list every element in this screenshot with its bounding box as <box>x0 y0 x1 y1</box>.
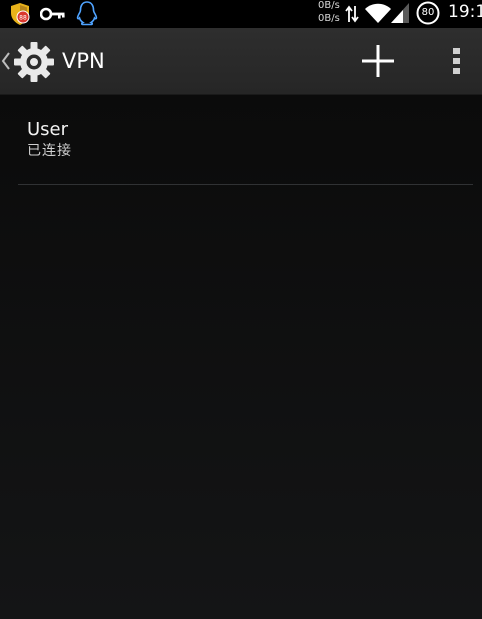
vpn-connection-status: 已连接 <box>27 143 72 159</box>
status-bar: 88 0B/s 0B/s 80 19:13 <box>0 0 482 28</box>
back-chevron-icon <box>1 52 10 70</box>
vpn-profile-name: User <box>27 119 69 140</box>
add-icon <box>362 45 394 77</box>
signal-icon <box>391 3 409 23</box>
wifi-icon <box>365 3 391 23</box>
up-navigation-button[interactable]: VPN <box>0 28 110 94</box>
vpn-list: User 已连接 <box>0 95 482 619</box>
vpn-key-icon <box>40 7 65 21</box>
data-arrows-icon <box>345 5 359 23</box>
net-speed-readout: 0B/s 0B/s <box>318 0 344 25</box>
svg-text:88: 88 <box>19 15 27 22</box>
qq-penguin-icon <box>76 1 98 26</box>
shield-alert-icon: 88 <box>11 3 30 25</box>
page-title: VPN <box>62 49 105 73</box>
overflow-menu-icon <box>453 48 460 74</box>
clock: 19:13 <box>448 2 482 22</box>
action-bar: VPN <box>0 28 482 95</box>
net-speed-up: 0B/s <box>318 0 340 11</box>
settings-gear-icon <box>14 42 54 82</box>
add-vpn-button[interactable] <box>352 35 404 87</box>
battery-level: 80 <box>421 7 435 18</box>
overflow-menu-button[interactable] <box>438 35 474 87</box>
battery-icon: 80 <box>416 1 440 25</box>
vpn-profile-item[interactable]: User 已连接 <box>18 95 473 185</box>
net-speed-down: 0B/s <box>318 13 340 24</box>
